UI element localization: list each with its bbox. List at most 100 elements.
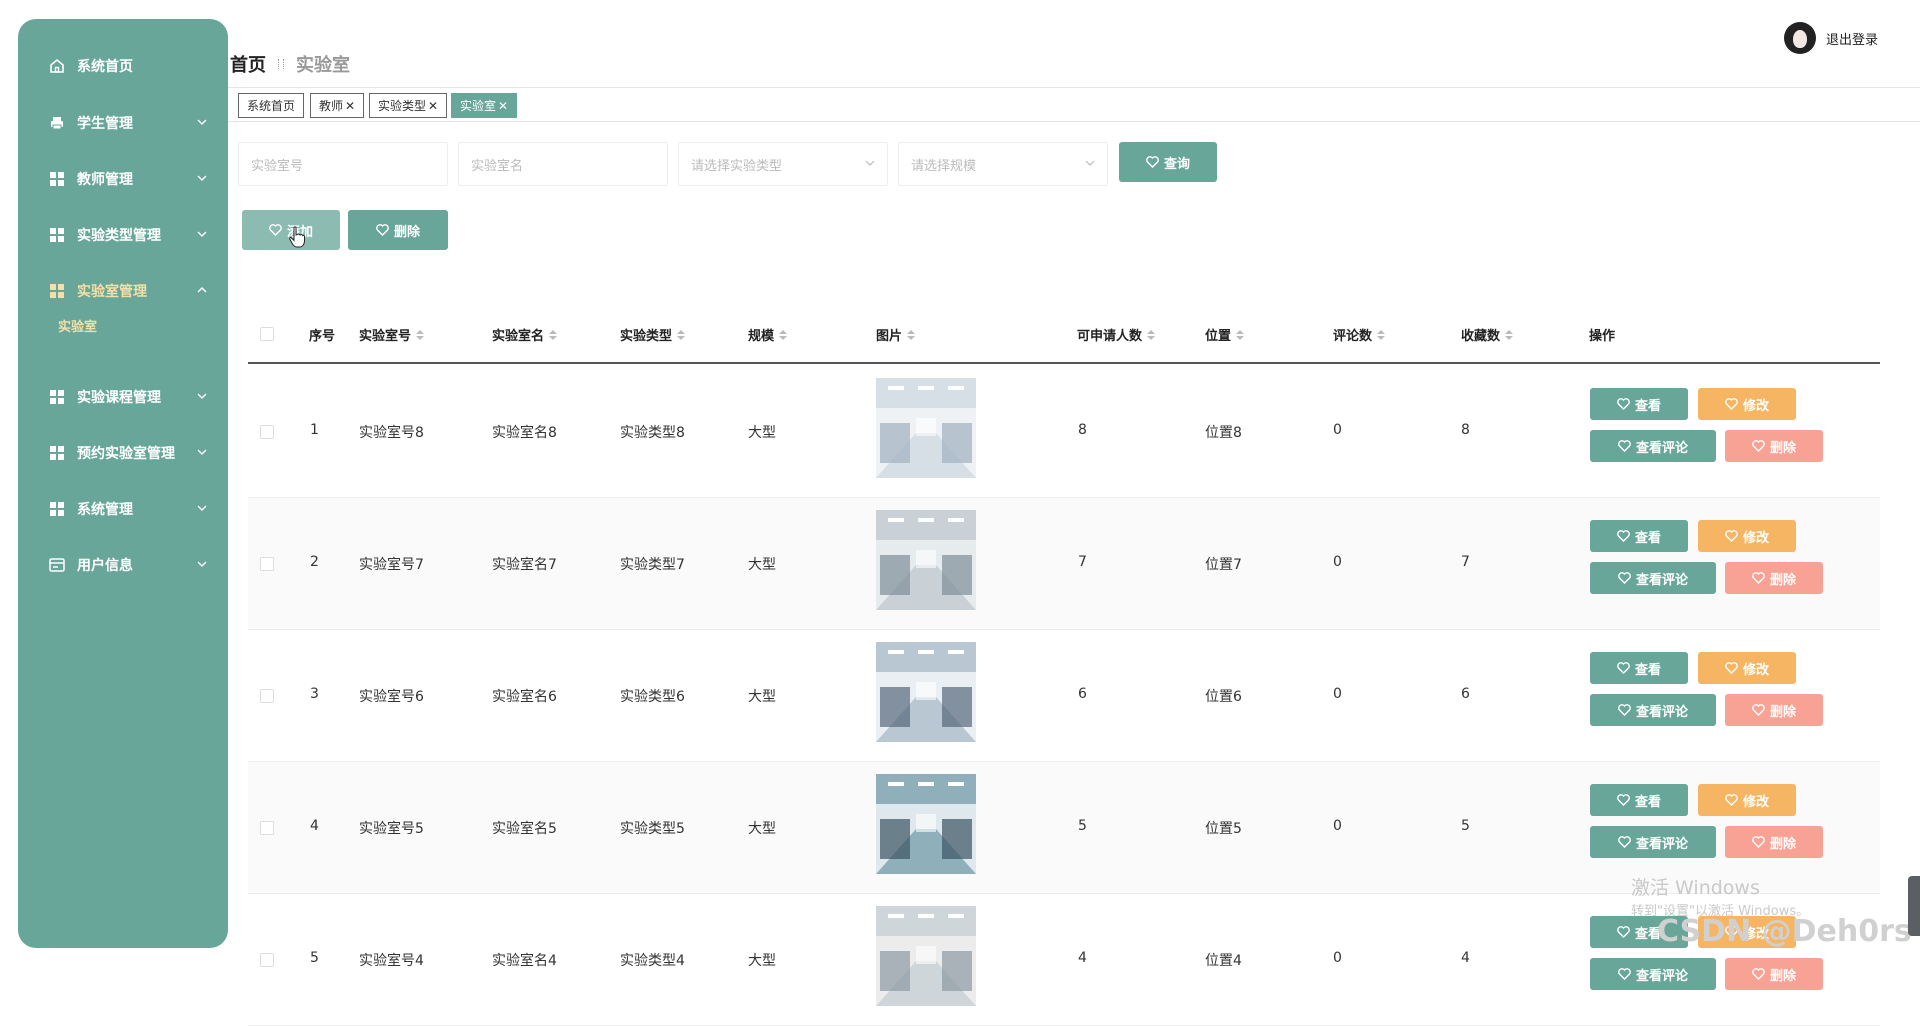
edit-button[interactable]: 修改 bbox=[1698, 388, 1796, 420]
delete-button[interactable]: 删除 bbox=[1725, 958, 1823, 990]
sidebar-item-lab-types[interactable]: 实验类型管理 bbox=[18, 215, 228, 255]
cell-type: 实验类型6 bbox=[620, 689, 685, 705]
delete-button[interactable]: 删除 bbox=[1725, 562, 1823, 594]
breadcrumb-home[interactable]: 首页 bbox=[230, 51, 266, 77]
home-icon bbox=[49, 58, 65, 74]
cell-scale: 大型 bbox=[748, 953, 776, 969]
view-button[interactable]: 查看 bbox=[1590, 388, 1688, 420]
view-button[interactable]: 查看 bbox=[1590, 652, 1688, 684]
delete-button[interactable]: 删除 bbox=[1725, 826, 1823, 858]
heart-icon bbox=[1617, 794, 1630, 806]
edit-button[interactable]: 修改 bbox=[1698, 784, 1796, 816]
sidebar-item-system[interactable]: 系统管理 bbox=[18, 489, 228, 529]
heart-icon bbox=[269, 224, 282, 236]
view-comments-button[interactable]: 查看评论 bbox=[1590, 826, 1716, 858]
sidebar-item-user-info[interactable]: 用户信息 bbox=[18, 545, 228, 585]
lab-image[interactable] bbox=[876, 906, 976, 1006]
delete-button[interactable]: 删除 bbox=[1725, 430, 1823, 462]
side-scroll-tab[interactable] bbox=[1908, 876, 1920, 936]
sidebar-item-teachers[interactable]: 教师管理 bbox=[18, 159, 228, 199]
lab-image[interactable] bbox=[876, 642, 976, 742]
col-actions: 操作 bbox=[1589, 329, 1616, 344]
printer-icon bbox=[49, 115, 65, 131]
view-comments-button[interactable]: 查看评论 bbox=[1590, 958, 1716, 990]
sidebar-item-courses[interactable]: 实验课程管理 bbox=[18, 377, 228, 417]
heart-icon bbox=[1752, 572, 1765, 584]
col-room-name[interactable]: 实验室名 bbox=[492, 325, 558, 344]
scale-select[interactable]: 请选择规模 bbox=[898, 142, 1108, 186]
view-button[interactable]: 查看 bbox=[1590, 784, 1688, 816]
close-icon[interactable]: ✕ bbox=[428, 99, 438, 113]
breadcrumb-current: 实验室 bbox=[296, 55, 350, 76]
room-no-placeholder: 实验室号 bbox=[251, 158, 304, 174]
edit-button[interactable]: 修改 bbox=[1698, 520, 1796, 552]
row-checkbox[interactable] bbox=[260, 425, 274, 439]
col-location[interactable]: 位置 bbox=[1205, 325, 1245, 344]
sidebar-item-students[interactable]: 学生管理 bbox=[18, 103, 228, 143]
col-favorites[interactable]: 收藏数 bbox=[1461, 325, 1514, 344]
col-comments[interactable]: 评论数 bbox=[1333, 325, 1386, 344]
room-no-input[interactable]: 实验室号 bbox=[238, 142, 448, 186]
col-room-no[interactable]: 实验室号 bbox=[359, 325, 425, 344]
sidebar-item-home[interactable]: 系统首页 bbox=[18, 46, 228, 86]
tag-lab[interactable]: 实验室 ✕ bbox=[451, 93, 518, 118]
table-row: 3 实验室号6 实验室名6 实验类型6 大型 6 位置6 0 6 查看 修改 查看评论 删除 bbox=[248, 630, 1880, 762]
row-checkbox[interactable] bbox=[260, 557, 274, 571]
cell-scale: 大型 bbox=[748, 425, 776, 441]
col-capacity[interactable]: 可申请人数 bbox=[1077, 325, 1156, 344]
cell-room-no: 实验室号5 bbox=[359, 821, 424, 837]
row-checkbox[interactable] bbox=[260, 821, 274, 835]
user-area: 退出登录 bbox=[1783, 22, 1878, 54]
sort-icon bbox=[1236, 329, 1245, 340]
view-comments-button[interactable]: 查看评论 bbox=[1590, 430, 1716, 462]
col-image[interactable]: 图片 bbox=[876, 325, 916, 344]
heart-icon bbox=[1752, 836, 1765, 848]
cell-type: 实验类型4 bbox=[620, 953, 685, 969]
row-checkbox[interactable] bbox=[260, 689, 274, 703]
grid-icon bbox=[49, 501, 65, 517]
heart-icon bbox=[1618, 836, 1631, 848]
cell-location: 位置5 bbox=[1205, 821, 1242, 837]
sidebar-item-reservations[interactable]: 预约实验室管理 bbox=[18, 433, 228, 473]
cell-index: 4 bbox=[310, 818, 319, 834]
cell-comments: 0 bbox=[1333, 554, 1342, 570]
tag-lab-type[interactable]: 实验类型 ✕ bbox=[369, 93, 448, 118]
view-button[interactable]: 查看 bbox=[1590, 520, 1688, 552]
heart-icon bbox=[1617, 398, 1630, 410]
sort-icon bbox=[549, 329, 558, 340]
sidebar-item-label: 系统管理 bbox=[77, 502, 133, 518]
close-icon[interactable]: ✕ bbox=[345, 99, 355, 113]
edit-button[interactable]: 修改 bbox=[1698, 652, 1796, 684]
col-scale[interactable]: 规模 bbox=[748, 325, 788, 344]
cell-favorites: 8 bbox=[1461, 422, 1470, 438]
logout-button[interactable]: 退出登录 bbox=[1826, 29, 1878, 48]
lab-image[interactable] bbox=[876, 510, 976, 610]
lab-type-select[interactable]: 请选择实验类型 bbox=[678, 142, 888, 186]
chevron-down-icon bbox=[197, 175, 207, 181]
view-comments-button[interactable]: 查看评论 bbox=[1590, 694, 1716, 726]
delete-button[interactable]: 删除 bbox=[1725, 694, 1823, 726]
chevron-down-icon bbox=[865, 160, 875, 166]
tag-home[interactable]: 系统首页 bbox=[238, 93, 305, 118]
batch-delete-button[interactable]: 删除 bbox=[348, 210, 448, 250]
cell-comments: 0 bbox=[1333, 686, 1342, 702]
heart-icon bbox=[1617, 530, 1630, 542]
col-type[interactable]: 实验类型 bbox=[620, 325, 686, 344]
tag-teacher[interactable]: 教师 ✕ bbox=[310, 93, 365, 118]
heart-icon bbox=[1146, 156, 1159, 168]
select-all-checkbox[interactable] bbox=[260, 327, 274, 341]
windows-activate-title: 激活 Windows bbox=[1631, 877, 1760, 899]
room-name-input[interactable]: 实验室名 bbox=[458, 142, 668, 186]
sidebar-item-labs[interactable]: 实验室管理 bbox=[18, 271, 228, 311]
cell-comments: 0 bbox=[1333, 950, 1342, 966]
close-icon[interactable]: ✕ bbox=[498, 99, 508, 113]
query-button[interactable]: 查询 bbox=[1119, 142, 1217, 182]
view-comments-button[interactable]: 查看评论 bbox=[1590, 562, 1716, 594]
heart-icon bbox=[1752, 704, 1765, 716]
sidebar-subitem-lab[interactable]: 实验室 bbox=[58, 316, 97, 335]
csdn-watermark: CSDN @Deh0rs bbox=[1657, 914, 1912, 949]
lab-image[interactable] bbox=[876, 774, 976, 874]
lab-image[interactable] bbox=[876, 378, 976, 478]
chevron-up-icon bbox=[197, 287, 207, 293]
heart-icon bbox=[376, 224, 389, 236]
